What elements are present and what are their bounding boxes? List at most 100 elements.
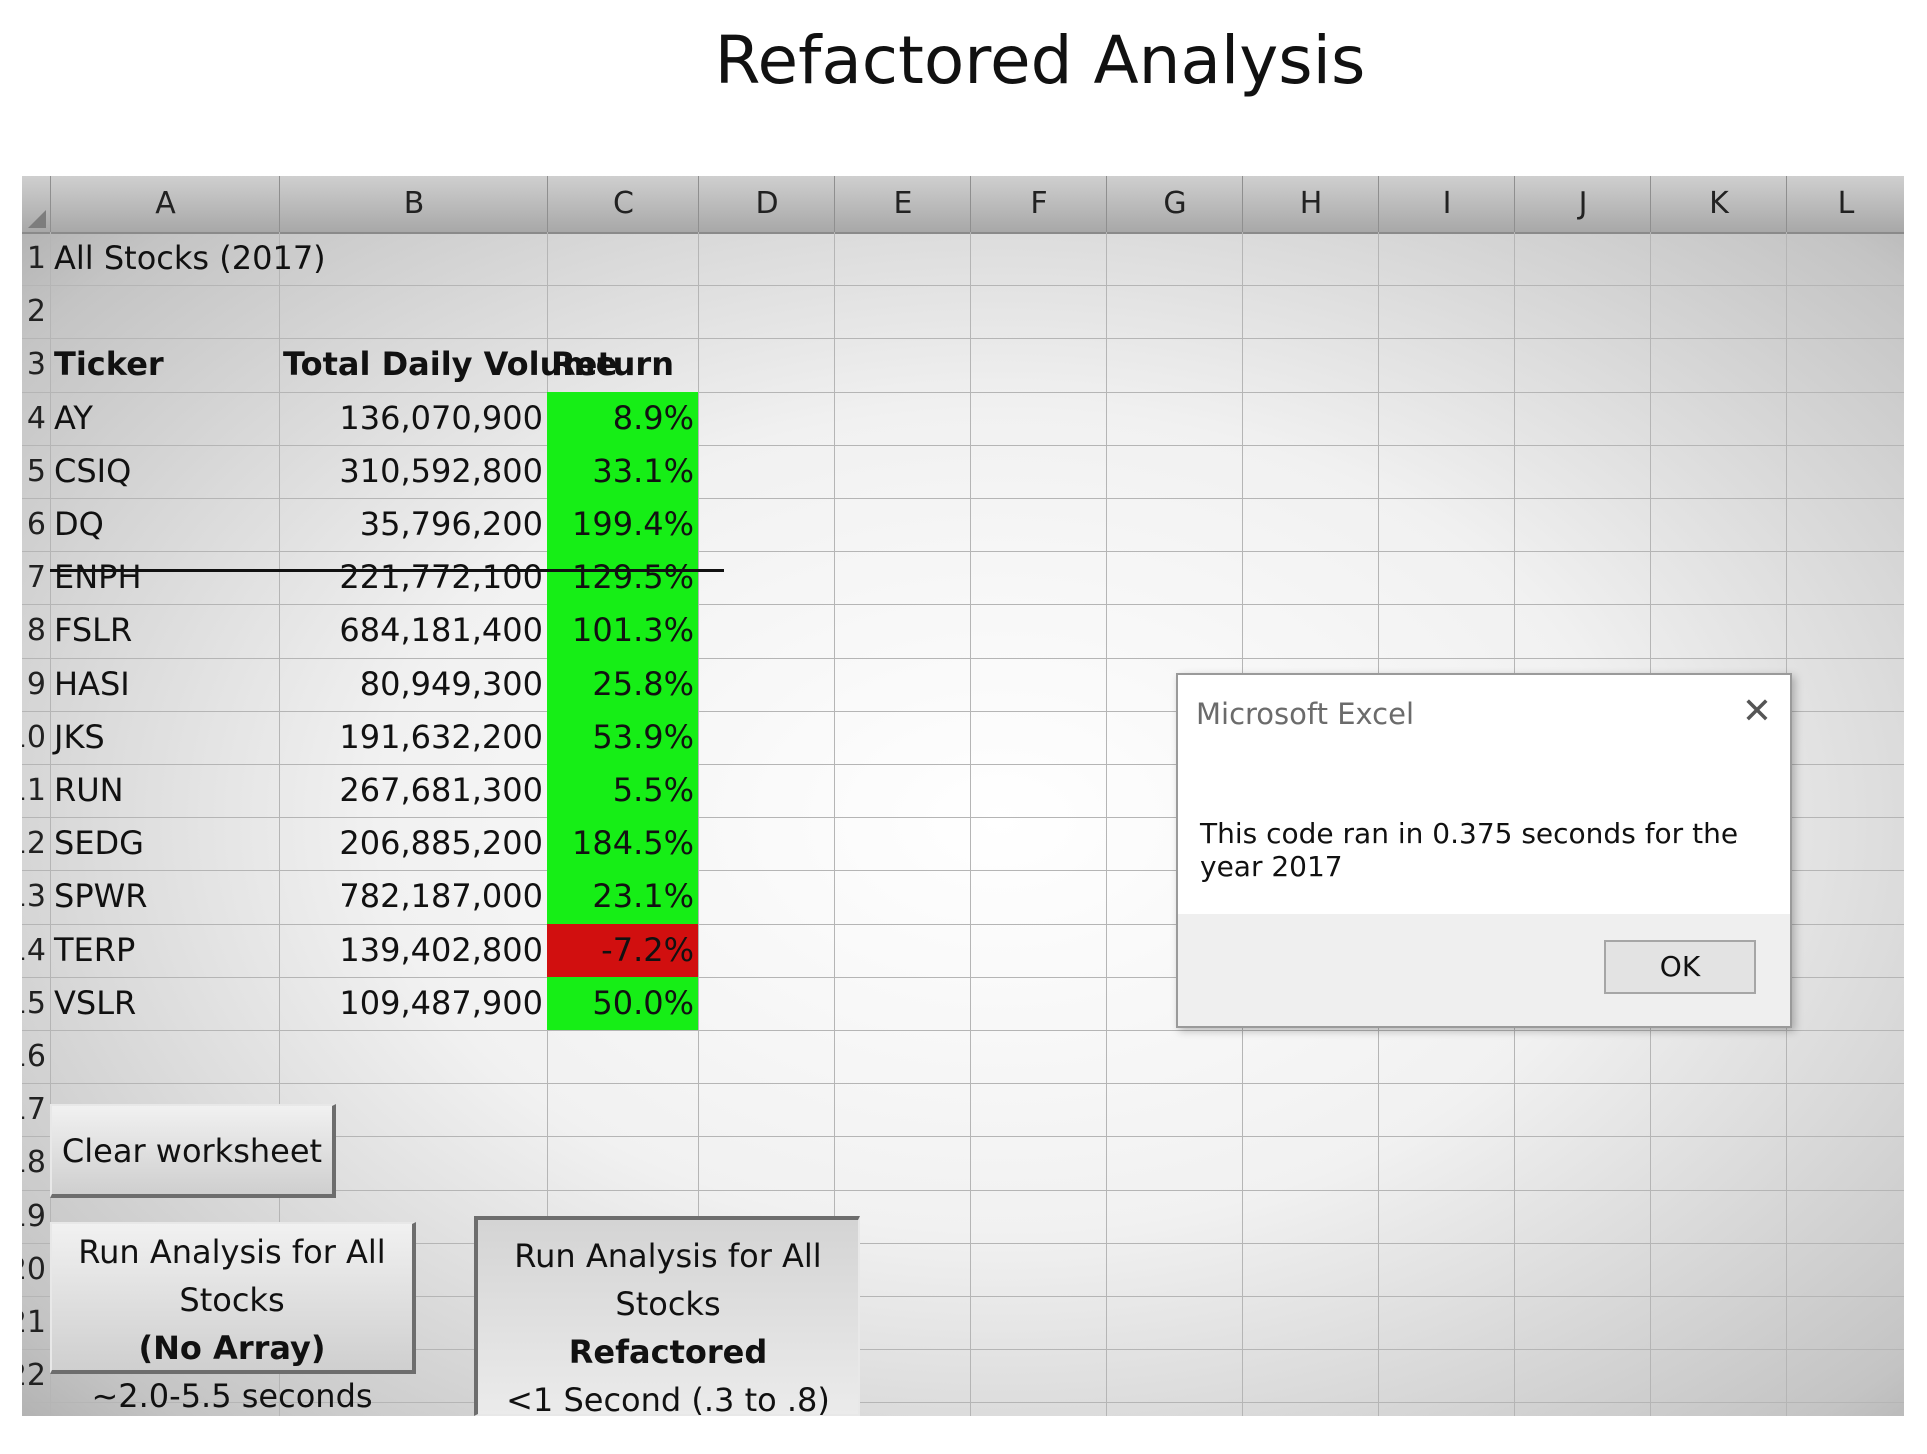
row-header[interactable]: 13 xyxy=(22,870,46,923)
cell-volume[interactable]: 191,632,200 xyxy=(279,711,547,764)
no-array-line2: (No Array) xyxy=(138,1329,326,1367)
cell-ticker[interactable]: RUN xyxy=(50,764,279,817)
cell-return[interactable]: 33.1% xyxy=(547,444,698,498)
message-dialog: Microsoft Excel ✕ This code ran in 0.375… xyxy=(1176,673,1792,1028)
cell-volume[interactable]: 684,181,400 xyxy=(279,604,547,657)
cell-ticker[interactable]: TERP xyxy=(50,924,279,977)
refactored-line1: Run Analysis for All Stocks xyxy=(514,1237,822,1323)
refactored-line3: <1 Second (.3 to .8) xyxy=(506,1381,830,1416)
column-header-j[interactable]: J xyxy=(1514,176,1651,232)
run-analysis-refactored-button[interactable]: Run Analysis for All Stocks Refactored <… xyxy=(474,1216,860,1416)
cell-ticker[interactable]: HASI xyxy=(50,658,279,711)
cell-return[interactable]: 5.5% xyxy=(547,764,698,818)
column-header-a[interactable]: A xyxy=(50,176,280,232)
dialog-title: Microsoft Excel xyxy=(1196,697,1415,731)
row-header[interactable]: 18 xyxy=(22,1136,46,1189)
row-header[interactable]: 9 xyxy=(22,658,46,711)
dialog-footer: OK xyxy=(1178,914,1790,1026)
grid-hline xyxy=(22,1030,1904,1031)
cell-ticker[interactable]: VSLR xyxy=(50,977,279,1030)
grid-hline xyxy=(22,285,1904,287)
cell-return[interactable]: 25.8% xyxy=(547,657,698,711)
column-header-f[interactable]: F xyxy=(970,176,1107,232)
cell-return[interactable]: 199.4% xyxy=(547,498,698,552)
column-header-i[interactable]: I xyxy=(1378,176,1515,232)
row-header[interactable]: 20 xyxy=(22,1243,46,1296)
cell-return[interactable]: 53.9% xyxy=(547,710,698,764)
header-volume[interactable]: Total Daily Volume xyxy=(279,338,617,391)
cell-volume[interactable]: 139,402,800 xyxy=(279,924,547,977)
cell-return[interactable]: -7.2% xyxy=(547,923,698,977)
dialog-message: This code ran in 0.375 seconds for the y… xyxy=(1200,817,1739,883)
cell-ticker[interactable]: FSLR xyxy=(50,604,279,657)
cell-volume[interactable]: 206,885,200 xyxy=(279,817,547,870)
column-header-e[interactable]: E xyxy=(834,176,971,232)
cell-volume[interactable]: 267,681,300 xyxy=(279,764,547,817)
cell-ticker[interactable]: SPWR xyxy=(50,870,279,923)
page-title: Refactored Analysis xyxy=(714,22,1366,99)
row-header[interactable]: 8 xyxy=(22,604,46,657)
cell-return[interactable]: 184.5% xyxy=(547,817,698,871)
cell-return[interactable]: 23.1% xyxy=(547,870,698,924)
grid-hline xyxy=(22,1083,1904,1085)
column-header-row: ABCDEFGHIJKL xyxy=(22,176,1904,234)
cell-ticker[interactable]: JKS xyxy=(50,711,279,764)
cell-volume[interactable]: 109,487,900 xyxy=(279,977,547,1030)
grid-vline xyxy=(1106,232,1107,1416)
column-header-c[interactable]: C xyxy=(547,176,699,232)
column-header-l[interactable]: L xyxy=(1786,176,1904,232)
cell-ticker[interactable]: AY xyxy=(50,392,279,445)
close-icon[interactable]: ✕ xyxy=(1742,691,1772,732)
column-header-b[interactable]: B xyxy=(279,176,548,232)
row-header[interactable]: 6 xyxy=(22,498,46,551)
cell-return[interactable]: 50.0% xyxy=(547,976,698,1030)
row-header[interactable]: 14 xyxy=(22,924,46,977)
cell-volume[interactable]: 35,796,200 xyxy=(279,498,547,551)
spreadsheet: ABCDEFGHIJKL 123456789101112131415161718… xyxy=(22,176,1904,1416)
cell-ticker[interactable]: SEDG xyxy=(50,817,279,870)
cell-return[interactable]: 8.9% xyxy=(547,391,698,445)
cell-a1-title[interactable]: All Stocks (2017) xyxy=(50,232,350,285)
grid-vline xyxy=(970,232,971,1416)
row-header[interactable]: 16 xyxy=(22,1030,46,1083)
row-header[interactable]: 19 xyxy=(22,1190,46,1243)
cell-ticker[interactable]: ENPH xyxy=(50,551,279,604)
header-underline xyxy=(50,569,724,572)
row-header[interactable]: 5 xyxy=(22,445,46,498)
row-header[interactable]: 15 xyxy=(22,977,46,1030)
cell-volume[interactable]: 221,772,100 xyxy=(279,551,547,604)
select-all-corner[interactable] xyxy=(22,176,50,232)
cell-ticker[interactable]: CSIQ xyxy=(50,445,279,498)
row-header[interactable]: 22 xyxy=(22,1349,46,1402)
column-header-d[interactable]: D xyxy=(698,176,835,232)
row-header[interactable]: 3 xyxy=(22,338,46,391)
cell-volume[interactable]: 310,592,800 xyxy=(279,445,547,498)
clear-worksheet-label: Clear worksheet xyxy=(61,1132,323,1170)
ok-button[interactable]: OK xyxy=(1604,940,1756,994)
no-array-line3: ~2.0-5.5 seconds xyxy=(91,1377,373,1415)
header-return[interactable]: Return xyxy=(547,338,698,391)
cell-volume[interactable]: 782,187,000 xyxy=(279,870,547,923)
column-header-k[interactable]: K xyxy=(1650,176,1787,232)
cell-return[interactable]: 101.3% xyxy=(547,604,698,658)
cell-volume[interactable]: 136,070,900 xyxy=(279,392,547,445)
row-header[interactable]: 12 xyxy=(22,817,46,870)
row-header[interactable]: 17 xyxy=(22,1083,46,1136)
row-header[interactable]: 7 xyxy=(22,551,46,604)
cell-return[interactable]: 129.5% xyxy=(547,551,698,605)
run-analysis-no-array-button[interactable]: Run Analysis for All Stocks (No Array) ~… xyxy=(50,1222,416,1415)
column-header-g[interactable]: G xyxy=(1106,176,1243,232)
cell-volume[interactable]: 80,949,300 xyxy=(279,658,547,711)
row-header[interactable]: 21 xyxy=(22,1296,46,1349)
no-array-line1: Run Analysis for All Stocks xyxy=(78,1233,386,1319)
column-header-h[interactable]: H xyxy=(1242,176,1379,232)
row-header[interactable]: 1 xyxy=(22,232,46,285)
row-header[interactable]: 11 xyxy=(22,764,46,817)
header-ticker[interactable]: Ticker xyxy=(50,338,279,391)
row-header[interactable]: 10 xyxy=(22,711,46,764)
row-header[interactable]: 4 xyxy=(22,392,46,445)
clear-worksheet-button[interactable]: Clear worksheet xyxy=(50,1104,336,1198)
cell-ticker[interactable]: DQ xyxy=(50,498,279,551)
refactored-line2: Refactored xyxy=(568,1333,768,1371)
row-header[interactable]: 2 xyxy=(22,285,46,338)
